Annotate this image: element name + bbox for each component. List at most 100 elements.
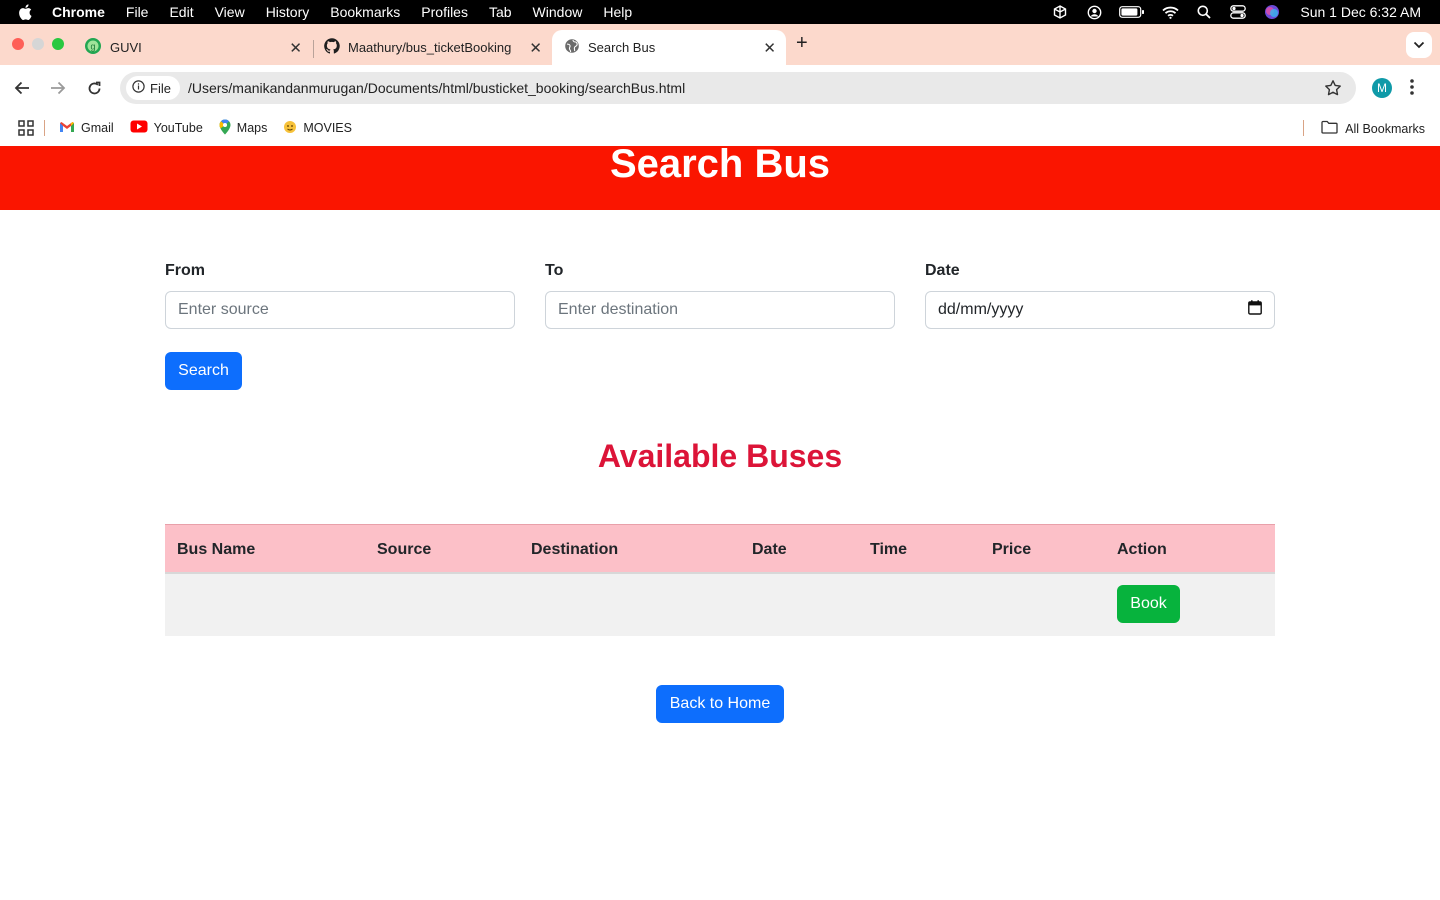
menu-edit[interactable]: Edit bbox=[169, 4, 193, 20]
destination-placeholder: Enter destination bbox=[558, 301, 679, 318]
column-header-time: Time bbox=[870, 541, 908, 558]
file-chip-label: File bbox=[150, 80, 171, 96]
user-circle-icon[interactable] bbox=[1084, 4, 1104, 20]
back-arrow-icon[interactable] bbox=[10, 76, 34, 100]
column-header-bus-name: Bus Name bbox=[177, 541, 256, 558]
menu-app-name[interactable]: Chrome bbox=[52, 4, 105, 20]
browser-toolbar: File /Users/manikandanmurugan/Documents/… bbox=[0, 65, 1440, 110]
movies-emoji-icon bbox=[283, 120, 297, 137]
bookmark-label: Gmail bbox=[81, 121, 114, 135]
destination-input[interactable]: Enter destination bbox=[545, 291, 895, 329]
apple-menu-icon[interactable] bbox=[18, 4, 34, 20]
bus-results-table: Bus Name Source Destination Date Time Pr… bbox=[165, 524, 1275, 636]
menu-profiles[interactable]: Profiles bbox=[421, 4, 468, 20]
globe-icon bbox=[564, 38, 580, 57]
search-button[interactable]: Search bbox=[165, 352, 242, 390]
bookmark-label: MOVIES bbox=[303, 121, 352, 135]
menu-tab[interactable]: Tab bbox=[489, 4, 512, 20]
bookmark-movies[interactable]: MOVIES bbox=[283, 120, 352, 137]
browser-tabstrip: g GUVI ✕ Maathury/bus_ticketBooking ✕ Se… bbox=[0, 24, 1440, 65]
control-center-icon[interactable] bbox=[1228, 4, 1248, 20]
window-controls bbox=[12, 38, 64, 50]
gmail-icon bbox=[59, 121, 75, 136]
youtube-icon bbox=[130, 120, 148, 136]
reload-icon[interactable] bbox=[82, 76, 106, 100]
url-text[interactable]: /Users/manikandanmurugan/Documents/html/… bbox=[188, 80, 685, 96]
column-header-price: Price bbox=[992, 541, 1032, 558]
column-header-source: Source bbox=[377, 541, 432, 558]
from-field-group: From Enter source bbox=[165, 262, 515, 329]
close-tab-icon[interactable]: ✕ bbox=[289, 39, 302, 57]
github-icon bbox=[324, 38, 340, 57]
more-options-icon[interactable] bbox=[1410, 78, 1414, 101]
spotlight-search-icon[interactable] bbox=[1194, 4, 1214, 20]
bookmark-youtube[interactable]: YouTube bbox=[130, 120, 203, 136]
all-bookmarks-button[interactable]: All Bookmarks bbox=[1321, 120, 1425, 137]
source-placeholder: Enter source bbox=[178, 301, 269, 318]
close-window-button[interactable] bbox=[12, 38, 24, 50]
page-viewport: Search Bus From Enter source To Enter de… bbox=[0, 146, 1440, 900]
bookmarks-divider bbox=[44, 120, 45, 136]
column-header-destination: Destination bbox=[531, 541, 619, 558]
bookmark-maps[interactable]: Maps bbox=[219, 118, 268, 138]
to-label: To bbox=[545, 262, 564, 279]
profile-avatar[interactable]: M bbox=[1372, 78, 1392, 98]
menu-history[interactable]: History bbox=[266, 4, 310, 20]
battery-icon[interactable] bbox=[1118, 4, 1146, 20]
tab-guvi[interactable]: g GUVI ✕ bbox=[72, 30, 312, 65]
tab-search-bus[interactable]: Search Bus ✕ bbox=[552, 30, 786, 65]
close-tab-icon[interactable]: ✕ bbox=[763, 39, 776, 57]
menu-window[interactable]: Window bbox=[533, 4, 583, 20]
wifi-icon[interactable] bbox=[1160, 4, 1180, 20]
macos-menubar: Chrome File Edit View History Bookmarks … bbox=[0, 0, 1440, 24]
tab-title: GUVI bbox=[110, 40, 142, 55]
info-icon bbox=[132, 80, 145, 96]
forward-arrow-icon[interactable] bbox=[46, 76, 70, 100]
column-header-date: Date bbox=[752, 541, 787, 558]
new-tab-plus-icon[interactable]: + bbox=[796, 32, 808, 55]
all-bookmarks-label: All Bookmarks bbox=[1345, 121, 1425, 136]
date-label: Date bbox=[925, 262, 960, 279]
from-label: From bbox=[165, 262, 205, 279]
table-header-row: Bus Name Source Destination Date Time Pr… bbox=[165, 524, 1275, 574]
date-field-group: Date dd/mm/yyyy bbox=[925, 262, 1275, 329]
svg-text:g: g bbox=[90, 42, 95, 52]
address-bar[interactable]: File /Users/manikandanmurugan/Documents/… bbox=[120, 72, 1356, 104]
to-field-group: To Enter destination bbox=[545, 262, 895, 329]
date-input[interactable]: dd/mm/yyyy bbox=[925, 291, 1275, 329]
tab-title: Maathury/bus_ticketBooking bbox=[348, 40, 512, 55]
source-input[interactable]: Enter source bbox=[165, 291, 515, 329]
back-to-home-button[interactable]: Back to Home bbox=[656, 685, 784, 723]
bookmark-star-icon[interactable] bbox=[1324, 79, 1342, 102]
tab-github[interactable]: Maathury/bus_ticketBooking ✕ bbox=[312, 30, 552, 65]
bookmark-label: Maps bbox=[236, 121, 268, 135]
tab-title: Search Bus bbox=[588, 40, 656, 55]
page-title: Search Bus bbox=[609, 146, 831, 186]
calendar-icon[interactable] bbox=[1248, 300, 1262, 320]
box-icon[interactable] bbox=[1050, 4, 1070, 20]
close-tab-icon[interactable]: ✕ bbox=[529, 39, 542, 57]
tab-search-chevron-icon[interactable] bbox=[1406, 32, 1432, 58]
bookmark-gmail[interactable]: Gmail bbox=[59, 121, 114, 136]
menubar-clock[interactable]: Sun 1 Dec 6:32 AM bbox=[1300, 4, 1421, 20]
minimize-window-button[interactable] bbox=[32, 38, 44, 50]
bookmarks-bar: Gmail YouTube Maps MOVIES All Bookmarks bbox=[0, 110, 1440, 146]
siri-icon[interactable] bbox=[1262, 4, 1282, 20]
menu-file[interactable]: File bbox=[126, 4, 149, 20]
bookmarks-divider bbox=[1303, 120, 1304, 136]
folder-icon bbox=[1321, 120, 1338, 137]
page-header: Search Bus bbox=[0, 146, 1440, 210]
table-row: Book bbox=[165, 574, 1275, 636]
menu-help[interactable]: Help bbox=[603, 4, 632, 20]
maps-pin-icon bbox=[219, 118, 231, 138]
site-info-chip[interactable]: File bbox=[126, 76, 180, 100]
menu-bookmarks[interactable]: Bookmarks bbox=[330, 4, 400, 20]
apps-grid-icon[interactable] bbox=[18, 120, 34, 136]
bookmark-label: YouTube bbox=[153, 121, 203, 135]
column-header-action: Action bbox=[1117, 541, 1167, 558]
available-buses-heading: Available Buses bbox=[597, 438, 843, 474]
book-button[interactable]: Book bbox=[1117, 585, 1180, 623]
zoom-window-button[interactable] bbox=[52, 38, 64, 50]
menu-view[interactable]: View bbox=[215, 4, 245, 20]
guvi-icon: g bbox=[84, 37, 102, 58]
